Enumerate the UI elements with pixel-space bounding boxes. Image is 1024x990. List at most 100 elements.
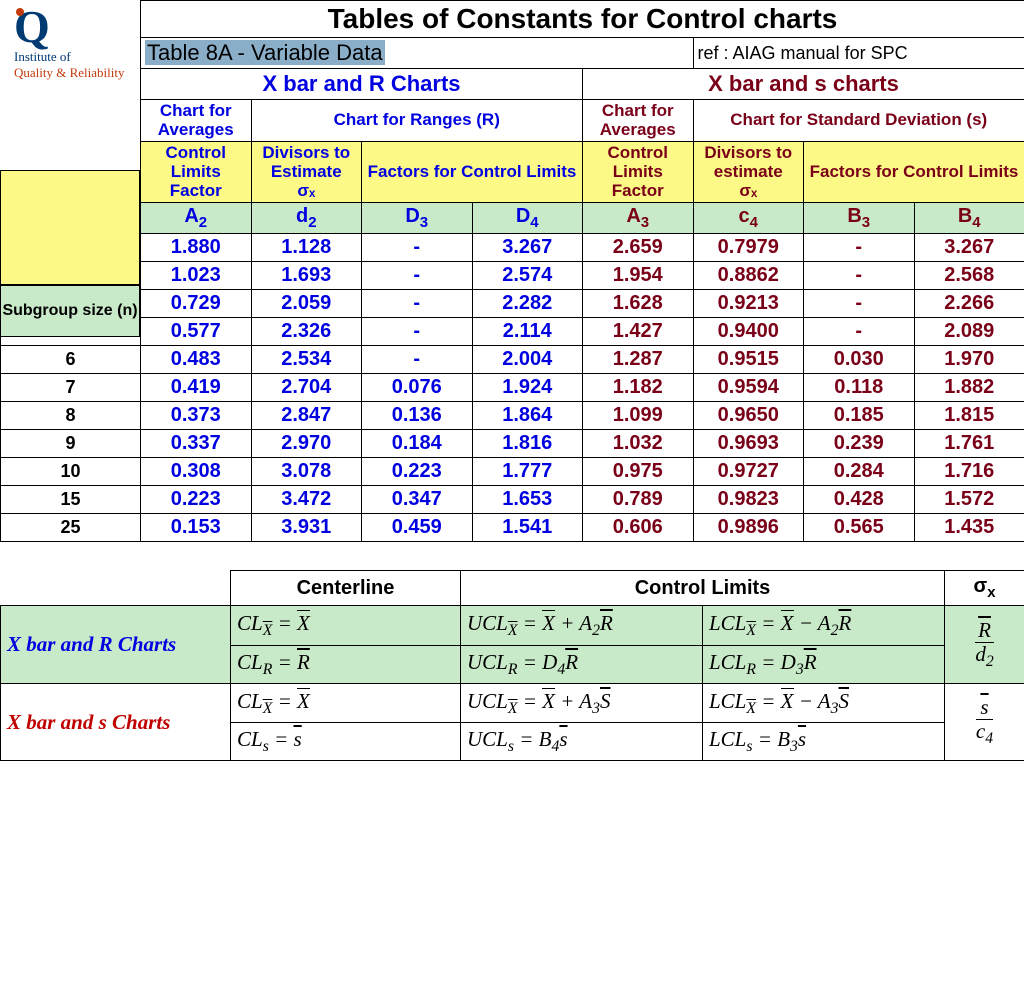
reference-text: ref : AIAG manual for SPC xyxy=(693,38,1024,69)
cell-D3: 0.459 xyxy=(362,514,473,542)
cell-c4: 0.9823 xyxy=(693,486,804,514)
cell-D3: 0.347 xyxy=(362,486,473,514)
header-fcl-maroon: Factors for Control Limits xyxy=(804,142,1024,203)
header-chart-averages-blue: Chart for Averages xyxy=(141,100,252,142)
table-label: Table 8A - Variable Data xyxy=(141,38,694,69)
col-d2: d2 xyxy=(251,203,362,234)
cell-B4: 1.882 xyxy=(914,374,1024,402)
logo-line2: Quality & Reliability xyxy=(14,65,134,81)
cell-B4: 1.761 xyxy=(914,430,1024,458)
cell-n: 25 xyxy=(1,514,141,542)
cell-D4: 1.816 xyxy=(472,430,583,458)
cell-D4: 1.541 xyxy=(472,514,583,542)
col-D3: D3 xyxy=(362,203,473,234)
cell-D4: 1.924 xyxy=(472,374,583,402)
table-row: 100.3083.0780.2231.7770.9750.97270.2841.… xyxy=(1,458,1024,486)
page-title: Tables of Constants for Control charts xyxy=(141,1,1024,38)
cell-c4: 0.9896 xyxy=(693,514,804,542)
cell-B3: 0.284 xyxy=(804,458,915,486)
formula-lcl-r: LCLR = D3R xyxy=(703,645,945,683)
cell-B3: 0.428 xyxy=(804,486,915,514)
cell-c4: 0.8862 xyxy=(693,262,804,290)
header-centerline: Centerline xyxy=(231,571,461,606)
col-B3: B3 xyxy=(804,203,915,234)
cell-B4: 1.716 xyxy=(914,458,1024,486)
formula-lcl-xbar-r: LCLX = X − A2R xyxy=(703,606,945,645)
cell-A2: 0.223 xyxy=(141,486,252,514)
table-row: 250.1533.9310.4591.5410.6060.98960.5651.… xyxy=(1,514,1024,542)
formula-ucl-s: UCLs = B4s xyxy=(461,723,703,761)
col-B4: B4 xyxy=(914,203,1024,234)
col-D4: D4 xyxy=(472,203,583,234)
header-xbar-r: X bar and R Charts xyxy=(141,69,583,100)
cell-d2: 3.078 xyxy=(251,458,362,486)
cell-D3: 0.184 xyxy=(362,430,473,458)
cell-c4: 0.7979 xyxy=(693,234,804,262)
cell-c4: 0.9594 xyxy=(693,374,804,402)
table-row: 21.8801.128-3.2672.6590.7979-3.267 xyxy=(1,234,1024,262)
cell-B4: 1.572 xyxy=(914,486,1024,514)
cell-c4: 0.9727 xyxy=(693,458,804,486)
formula-cl-xbar-s: CLX = X xyxy=(231,683,461,722)
table-row: 90.3372.9700.1841.8161.0320.96930.2391.7… xyxy=(1,430,1024,458)
cell-A3: 1.287 xyxy=(583,346,694,374)
cell-A3: 1.032 xyxy=(583,430,694,458)
cell-B3: - xyxy=(804,234,915,262)
cell-c4: 0.9400 xyxy=(693,318,804,346)
header-control-limits: Control Limits xyxy=(461,571,945,606)
row-label-xbar-r: X bar and R Charts xyxy=(1,606,231,683)
col-c4: c4 xyxy=(693,203,804,234)
cell-d2: 2.970 xyxy=(251,430,362,458)
cell-A2: 0.419 xyxy=(141,374,252,402)
cell-B4: 3.267 xyxy=(914,234,1024,262)
cell-D3: - xyxy=(362,318,473,346)
constants-table: Tables of Constants for Control charts T… xyxy=(0,0,1024,542)
cell-d2: 3.931 xyxy=(251,514,362,542)
cell-n: 8 xyxy=(1,402,141,430)
cell-d2: 3.472 xyxy=(251,486,362,514)
cell-A3: 0.606 xyxy=(583,514,694,542)
cell-A3: 1.427 xyxy=(583,318,694,346)
header-fcl-blue: Factors for Control Limits xyxy=(362,142,583,203)
cell-A3: 1.628 xyxy=(583,290,694,318)
cell-d2: 2.704 xyxy=(251,374,362,402)
cell-n: 10 xyxy=(1,458,141,486)
cell-D3: - xyxy=(362,234,473,262)
cell-c4: 0.9650 xyxy=(693,402,804,430)
cell-B3: 0.185 xyxy=(804,402,915,430)
formula-cl-s: CLs = s xyxy=(231,723,461,761)
cell-n: 15 xyxy=(1,486,141,514)
cell-c4: 0.9213 xyxy=(693,290,804,318)
cell-B3: - xyxy=(804,262,915,290)
cell-D3: 0.223 xyxy=(362,458,473,486)
cell-D3: - xyxy=(362,346,473,374)
cell-A2: 1.880 xyxy=(141,234,252,262)
header-clf-maroon: Control Limits Factor xyxy=(583,142,694,203)
cell-d2: 2.847 xyxy=(251,402,362,430)
cell-D4: 2.574 xyxy=(472,262,583,290)
cell-D4: 1.864 xyxy=(472,402,583,430)
cell-A3: 1.099 xyxy=(583,402,694,430)
cell-A2: 1.023 xyxy=(141,262,252,290)
formula-ucl-xbar-r: UCLX = X + A2R xyxy=(461,606,703,645)
cell-D4: 1.777 xyxy=(472,458,583,486)
cell-D4: 2.114 xyxy=(472,318,583,346)
cell-c4: 0.9693 xyxy=(693,430,804,458)
cell-B4: 1.435 xyxy=(914,514,1024,542)
cell-A3: 0.789 xyxy=(583,486,694,514)
cell-d2: 2.534 xyxy=(251,346,362,374)
cell-B4: 2.568 xyxy=(914,262,1024,290)
cell-B3: 0.239 xyxy=(804,430,915,458)
cell-A2: 0.337 xyxy=(141,430,252,458)
header-chart-sd: Chart for Standard Deviation (s) xyxy=(693,100,1024,142)
cell-A3: 1.954 xyxy=(583,262,694,290)
header-xbar-s: X bar and s charts xyxy=(583,69,1024,100)
cell-A2: 0.577 xyxy=(141,318,252,346)
cell-c4: 0.9515 xyxy=(693,346,804,374)
table-row: 31.0231.693-2.5741.9540.8862-2.568 xyxy=(1,262,1024,290)
cell-A2: 0.373 xyxy=(141,402,252,430)
cell-A2: 0.153 xyxy=(141,514,252,542)
cell-A3: 1.182 xyxy=(583,374,694,402)
cell-d2: 2.326 xyxy=(251,318,362,346)
cell-D3: 0.076 xyxy=(362,374,473,402)
